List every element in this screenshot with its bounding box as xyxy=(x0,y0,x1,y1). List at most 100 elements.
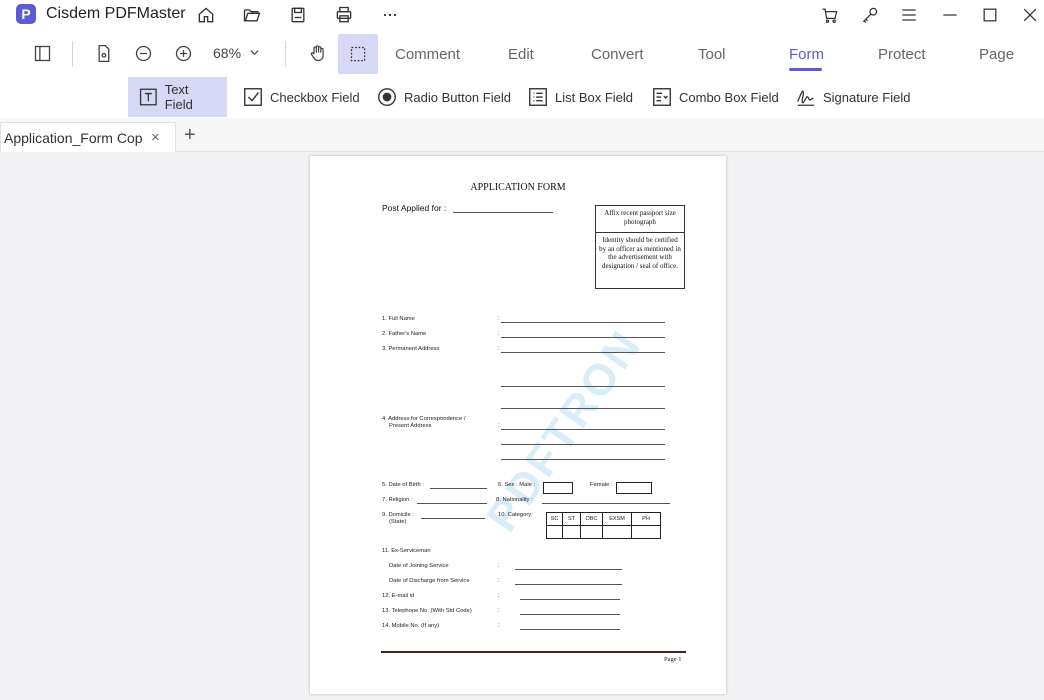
print-icon[interactable] xyxy=(332,3,356,27)
category-header: OBC xyxy=(580,512,603,526)
colon: : xyxy=(498,563,500,569)
home-icon[interactable] xyxy=(194,3,218,27)
tab-protect[interactable]: Protect xyxy=(878,46,926,63)
active-tab-indicator xyxy=(789,68,822,71)
father-name-line xyxy=(501,337,665,338)
signature-field-button[interactable]: Signature Field xyxy=(785,77,920,117)
category-header: ST xyxy=(562,512,581,526)
menu-icon[interactable] xyxy=(897,3,921,27)
category-table: SC ST OBC EXSM PH xyxy=(546,512,661,539)
email-label: 12. E-mail id xyxy=(382,593,415,599)
cart-icon[interactable] xyxy=(818,3,842,27)
permanent-address-line xyxy=(501,386,665,387)
key-icon[interactable] xyxy=(858,3,882,27)
colon: : xyxy=(498,623,500,629)
checkbox-field-button[interactable]: Checkbox Field xyxy=(232,77,370,117)
female-checkbox[interactable] xyxy=(616,482,652,494)
domicile-label: 9. Domicile : xyxy=(382,512,414,518)
tab-form[interactable]: Form xyxy=(789,46,824,63)
photo-certification-note: Identity should be certified by an offic… xyxy=(599,236,681,270)
category-cell[interactable] xyxy=(602,525,632,539)
zoom-out-icon[interactable] xyxy=(129,38,157,68)
minimize-icon[interactable] xyxy=(938,3,962,27)
radio-button-field-button[interactable]: Radio Button Field xyxy=(366,77,521,117)
date-of-joining-label: Date of Joining Service xyxy=(389,563,449,569)
form-title: APPLICATION FORM xyxy=(470,182,566,193)
colon: : xyxy=(498,608,500,614)
sex-male-label: 6. Sex : Male : xyxy=(498,482,536,488)
zoom-in-icon[interactable] xyxy=(169,38,197,68)
signature-icon xyxy=(797,90,815,106)
document-tab[interactable]: Application_Form Cop... × xyxy=(0,122,176,152)
close-tab-icon[interactable]: × xyxy=(151,129,160,146)
colon: : xyxy=(498,316,500,322)
mobile-line xyxy=(520,629,620,630)
permanent-address-label: 3. Permanent Address xyxy=(382,346,440,352)
list-box-icon xyxy=(529,88,547,106)
date-of-joining-line xyxy=(515,569,622,570)
category-cell[interactable] xyxy=(631,525,661,539)
list-box-field-label: List Box Field xyxy=(555,89,634,105)
category-label: 10. Category: xyxy=(498,512,533,518)
zoom-dropdown[interactable]: 68% xyxy=(213,45,260,61)
post-applied-line xyxy=(453,212,553,213)
religion-label: 7. Religion : xyxy=(382,497,413,503)
present-address-label: Present Address xyxy=(389,423,432,429)
tab-comment[interactable]: Comment xyxy=(395,46,460,63)
correspondence-address-line xyxy=(501,459,665,460)
permanent-address-line xyxy=(501,408,665,409)
colon: : xyxy=(498,346,500,352)
text-field-label: Text Field xyxy=(164,82,193,112)
toolbar-divider xyxy=(72,41,73,67)
combo-box-field-button[interactable]: Combo Box Field xyxy=(641,77,789,117)
correspondence-address-line xyxy=(501,444,665,445)
zoom-value: 68% xyxy=(213,45,242,61)
nationality-label: 8. Nationality : xyxy=(496,497,533,503)
open-folder-icon[interactable] xyxy=(240,3,264,27)
category-cell[interactable] xyxy=(562,525,581,539)
add-tab-icon[interactable]: + xyxy=(184,124,196,147)
document-tab-bar: Application_Form Cop... × + xyxy=(0,118,1044,152)
date-of-birth-label: 5. Date of Birth : xyxy=(382,482,424,488)
religion-line xyxy=(417,503,487,504)
date-of-birth-line xyxy=(430,488,487,489)
watermark: PDFTRON xyxy=(477,320,652,541)
combo-box-field-label: Combo Box Field xyxy=(679,89,779,105)
list-box-field-button[interactable]: List Box Field xyxy=(517,77,643,117)
category-cell[interactable] xyxy=(546,525,563,539)
text-field-button[interactable]: Text Field xyxy=(128,77,227,117)
email-line xyxy=(520,599,620,600)
text-field-icon xyxy=(139,88,157,106)
tab-page[interactable]: Page xyxy=(979,46,1014,63)
footer-rule xyxy=(381,651,686,653)
male-checkbox[interactable] xyxy=(543,482,573,494)
category-cell[interactable] xyxy=(580,525,603,539)
checkbox-field-label: Checkbox Field xyxy=(270,89,360,105)
chevron-down-icon xyxy=(249,45,260,61)
marquee-select-icon[interactable] xyxy=(338,34,378,74)
form-toolbar: Text Field Checkbox Field Radio Button F… xyxy=(0,76,1044,118)
combo-box-icon xyxy=(653,88,671,106)
page-number: Page 1 xyxy=(664,656,682,663)
category-header: EXSM xyxy=(602,512,632,526)
maximize-icon[interactable] xyxy=(978,3,1002,27)
page-settings-icon[interactable] xyxy=(89,38,117,68)
tab-tool[interactable]: Tool xyxy=(698,46,726,63)
close-icon[interactable] xyxy=(1018,3,1042,27)
more-icon[interactable] xyxy=(378,3,402,27)
toolbar-divider xyxy=(285,41,286,67)
hand-tool-icon[interactable] xyxy=(303,38,331,68)
pdf-page[interactable]: PDFTRON APPLICATION FORM Post Applied fo… xyxy=(310,156,726,694)
father-name-label: 2. Father's Name xyxy=(382,331,427,337)
ex-serviceman-label: 11. Ex-Serviceman xyxy=(382,548,431,554)
domicile-line xyxy=(421,518,485,519)
post-applied-label: Post Applied for : xyxy=(382,203,447,213)
title-bar: P Cisdem PDFMaster xyxy=(0,0,1044,30)
date-of-discharge-line xyxy=(515,584,622,585)
save-icon[interactable] xyxy=(286,3,310,27)
tab-convert[interactable]: Convert xyxy=(591,46,644,63)
full-name-label: 1. Full Name xyxy=(382,316,415,322)
sidebar-toggle-icon[interactable] xyxy=(28,38,56,68)
telephone-line xyxy=(520,614,620,615)
tab-edit[interactable]: Edit xyxy=(508,46,534,63)
